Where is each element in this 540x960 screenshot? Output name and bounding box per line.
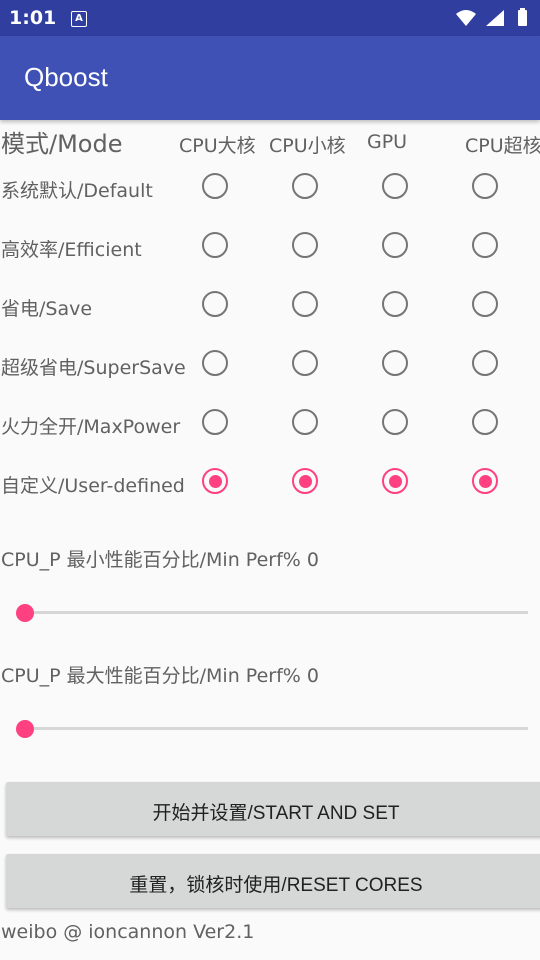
radio-save-cpu-little[interactable] — [292, 291, 318, 317]
start-and-set-label: 开始并设置/START AND SET — [152, 803, 400, 824]
mode-label-default: 系统默认/Default — [1, 180, 153, 202]
radio-maxpower-cpu-prime[interactable] — [472, 409, 498, 435]
radio-default-cpu-little[interactable] — [292, 173, 318, 199]
app-bar: Qboost — [0, 36, 540, 120]
reset-cores-button[interactable]: 重置，锁核时使用/RESET CORES — [6, 854, 540, 908]
notification-icon: A — [71, 11, 87, 27]
radio-default-cpu-prime[interactable] — [472, 173, 498, 199]
radio-default-gpu[interactable] — [382, 173, 408, 199]
footer-credit: weibo @ ioncannon Ver2.1 — [1, 921, 255, 943]
radio-user-defined-cpu-prime[interactable] — [472, 468, 498, 494]
status-icons — [456, 8, 527, 26]
column-header-cpu-prime: CPU超核 — [465, 135, 540, 157]
column-header-cpu-little: CPU小核 — [269, 135, 346, 157]
radio-user-defined-cpu-big[interactable] — [202, 468, 228, 494]
column-header-gpu: GPU — [367, 131, 408, 153]
radio-efficient-gpu[interactable] — [382, 232, 408, 258]
radio-supersave-gpu[interactable] — [382, 350, 408, 376]
mode-label-save: 省电/Save — [1, 298, 93, 320]
radio-efficient-cpu-big[interactable] — [202, 232, 228, 258]
radio-efficient-cpu-little[interactable] — [292, 232, 318, 258]
battery-icon — [518, 10, 527, 26]
max-perf-slider-thumb[interactable] — [16, 720, 34, 738]
min-perf-slider-thumb[interactable] — [16, 604, 34, 622]
start-and-set-button[interactable]: 开始并设置/START AND SET — [6, 782, 540, 836]
app-title: Qboost — [24, 62, 108, 92]
min-perf-slider-track[interactable] — [25, 611, 528, 614]
radio-user-defined-gpu[interactable] — [382, 468, 408, 494]
radio-efficient-cpu-prime[interactable] — [472, 232, 498, 258]
radio-maxpower-cpu-little[interactable] — [292, 409, 318, 435]
mode-label-supersave: 超级省电/SuperSave — [1, 357, 186, 379]
min-perf-label: CPU_P 最小性能百分比/Min Perf% 0 — [1, 549, 319, 571]
mode-label-user-defined: 自定义/User-defined — [1, 475, 185, 497]
radio-save-cpu-big[interactable] — [202, 291, 228, 317]
radio-supersave-cpu-prime[interactable] — [472, 350, 498, 376]
radio-supersave-cpu-little[interactable] — [292, 350, 318, 376]
status-bar: 1:01 A — [0, 0, 540, 36]
mode-label-efficient: 高效率/Efficient — [1, 239, 142, 261]
radio-maxpower-cpu-big[interactable] — [202, 409, 228, 435]
reset-cores-label: 重置，锁核时使用/RESET CORES — [129, 875, 423, 896]
mode-header-label: 模式/Mode — [1, 130, 123, 158]
signal-icon — [486, 10, 504, 26]
radio-save-cpu-prime[interactable] — [472, 291, 498, 317]
radio-maxpower-gpu[interactable] — [382, 409, 408, 435]
mode-label-maxpower: 火力全开/MaxPower — [1, 416, 181, 438]
column-header-cpu-big: CPU大核 — [179, 135, 256, 157]
radio-supersave-cpu-big[interactable] — [202, 350, 228, 376]
radio-save-gpu[interactable] — [382, 291, 408, 317]
max-perf-slider-track[interactable] — [25, 727, 528, 730]
max-perf-label: CPU_P 最大性能百分比/Min Perf% 0 — [1, 665, 319, 687]
wifi-icon — [456, 10, 476, 26]
radio-default-cpu-big[interactable] — [202, 173, 228, 199]
radio-user-defined-cpu-little[interactable] — [292, 468, 318, 494]
status-time: 1:01 — [9, 7, 57, 29]
